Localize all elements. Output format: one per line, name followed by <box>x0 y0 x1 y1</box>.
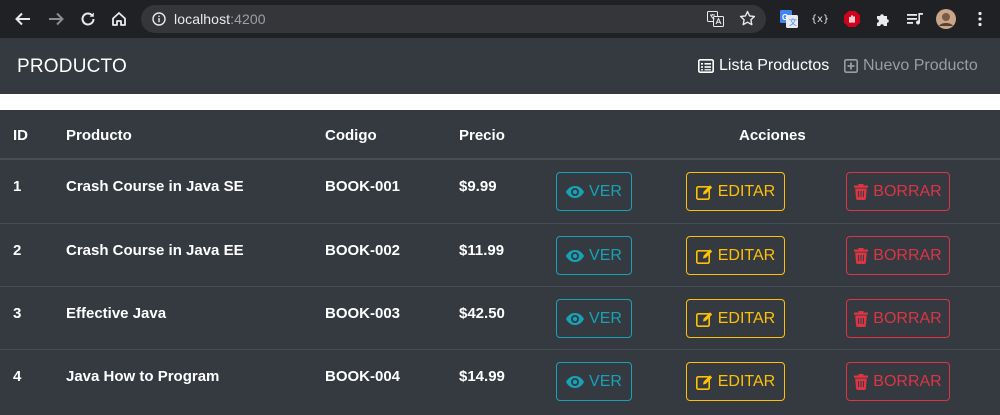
borrar-label: BORRAR <box>873 309 942 327</box>
edit-icon <box>695 248 712 264</box>
browser-toolbar: localhost:4200 G文 {x} <box>0 0 1000 38</box>
table-row: 4 Java How to Program BOOK-004 $14.99 VE… <box>0 349 1000 412</box>
header-producto: Producto <box>66 127 132 144</box>
cell-precio: $14.99 <box>459 368 505 385</box>
nav-link-label: Nuevo Producto <box>863 57 978 74</box>
avatar[interactable] <box>936 9 956 29</box>
edit-icon <box>695 184 712 200</box>
svg-text:G: G <box>782 13 788 22</box>
json-extension-icon[interactable]: {x} <box>810 9 830 29</box>
cell-id: 2 <box>13 242 22 259</box>
ver-label: VER <box>589 372 622 390</box>
ver-button[interactable]: VER <box>556 362 632 401</box>
header-codigo: Codigo <box>325 127 377 144</box>
trash-icon <box>854 183 869 200</box>
cell-precio: $42.50 <box>459 305 505 322</box>
header-precio: Precio <box>459 127 505 144</box>
eye-icon <box>566 375 585 388</box>
nav-link-lista-productos[interactable]: Lista Productos <box>698 57 829 75</box>
page-spacer <box>0 94 1000 110</box>
eye-icon <box>566 249 585 262</box>
table-row: 1 Crash Course in Java SE BOOK-001 $9.99… <box>0 160 1000 223</box>
cell-codigo: BOOK-002 <box>325 242 401 259</box>
borrar-label: BORRAR <box>873 372 942 390</box>
media-control-icon[interactable] <box>905 9 925 29</box>
header-id: ID <box>13 127 28 144</box>
navbar: PRODUCTO Lista Productos Nuevo Producto <box>0 38 1000 94</box>
table-header: ID Producto Codigo Precio Acciones <box>0 110 1000 160</box>
navbar-brand[interactable]: PRODUCTO <box>17 56 127 78</box>
cell-codigo: BOOK-001 <box>325 178 401 195</box>
editar-label: EDITAR <box>717 182 776 200</box>
borrar-button[interactable]: BORRAR <box>846 362 950 401</box>
editar-button[interactable]: EDITAR <box>686 362 785 401</box>
menu-kebab-icon[interactable] <box>970 9 990 29</box>
editar-label: EDITAR <box>717 372 776 390</box>
nav-link-nuevo-producto[interactable]: Nuevo Producto <box>844 57 978 75</box>
cell-codigo: BOOK-004 <box>325 368 401 385</box>
star-icon[interactable] <box>739 10 756 32</box>
cell-producto: Java How to Program <box>66 368 220 385</box>
borrar-button[interactable]: BORRAR <box>846 236 950 275</box>
forward-icon[interactable] <box>42 5 70 33</box>
cell-codigo: BOOK-003 <box>325 305 401 322</box>
ver-label: VER <box>589 182 622 200</box>
address-bar[interactable]: localhost:4200 <box>141 5 766 33</box>
editar-button[interactable]: EDITAR <box>686 172 785 211</box>
translate-icon[interactable] <box>707 11 724 32</box>
svg-text:文: 文 <box>789 17 797 27</box>
cell-id: 1 <box>13 178 22 195</box>
home-icon[interactable] <box>105 5 133 33</box>
cell-producto: Effective Java <box>66 305 167 322</box>
table-body: 1 Crash Course in Java SE BOOK-001 $9.99… <box>0 160 1000 412</box>
back-icon[interactable] <box>9 5 37 33</box>
borrar-label: BORRAR <box>873 182 942 200</box>
editar-label: EDITAR <box>717 309 776 327</box>
cell-precio: $9.99 <box>459 178 497 195</box>
eye-icon <box>566 185 585 198</box>
adblock-icon[interactable] <box>842 9 862 29</box>
edit-icon <box>695 311 712 327</box>
ver-button[interactable]: VER <box>556 236 632 275</box>
cell-producto: Crash Course in Java EE <box>66 242 244 259</box>
borrar-button[interactable]: BORRAR <box>846 172 950 211</box>
cell-precio: $11.99 <box>459 242 505 259</box>
ver-button[interactable]: VER <box>556 172 632 211</box>
products-table: ID Producto Codigo Precio Acciones 1 Cra… <box>0 110 1000 415</box>
cell-id: 4 <box>13 368 22 385</box>
cell-producto: Crash Course in Java SE <box>66 178 244 195</box>
trash-icon <box>854 373 869 390</box>
eye-icon <box>566 312 585 325</box>
borrar-button[interactable]: BORRAR <box>846 299 950 338</box>
editar-button[interactable]: EDITAR <box>686 299 785 338</box>
ver-label: VER <box>589 309 622 327</box>
puzzle-icon[interactable] <box>873 9 893 29</box>
cell-id: 3 <box>13 305 22 322</box>
info-icon[interactable] <box>152 12 166 31</box>
reload-icon[interactable] <box>74 5 102 33</box>
header-acciones: Acciones <box>739 127 806 144</box>
nav-link-label: Lista Productos <box>719 57 830 74</box>
url-text: localhost:4200 <box>174 11 266 27</box>
plus-square-icon <box>844 59 858 73</box>
edit-icon <box>695 374 712 390</box>
ver-button[interactable]: VER <box>556 299 632 338</box>
trash-icon <box>854 310 869 327</box>
borrar-label: BORRAR <box>873 246 942 264</box>
table-row: 3 Effective Java BOOK-003 $42.50 VER EDI… <box>0 286 1000 349</box>
google-translate-extension-icon[interactable]: G文 <box>779 9 799 29</box>
table-row: 2 Crash Course in Java EE BOOK-002 $11.9… <box>0 223 1000 286</box>
editar-label: EDITAR <box>717 246 776 264</box>
list-icon <box>698 59 714 73</box>
editar-button[interactable]: EDITAR <box>686 236 785 275</box>
trash-icon <box>854 247 869 264</box>
ver-label: VER <box>589 246 622 264</box>
